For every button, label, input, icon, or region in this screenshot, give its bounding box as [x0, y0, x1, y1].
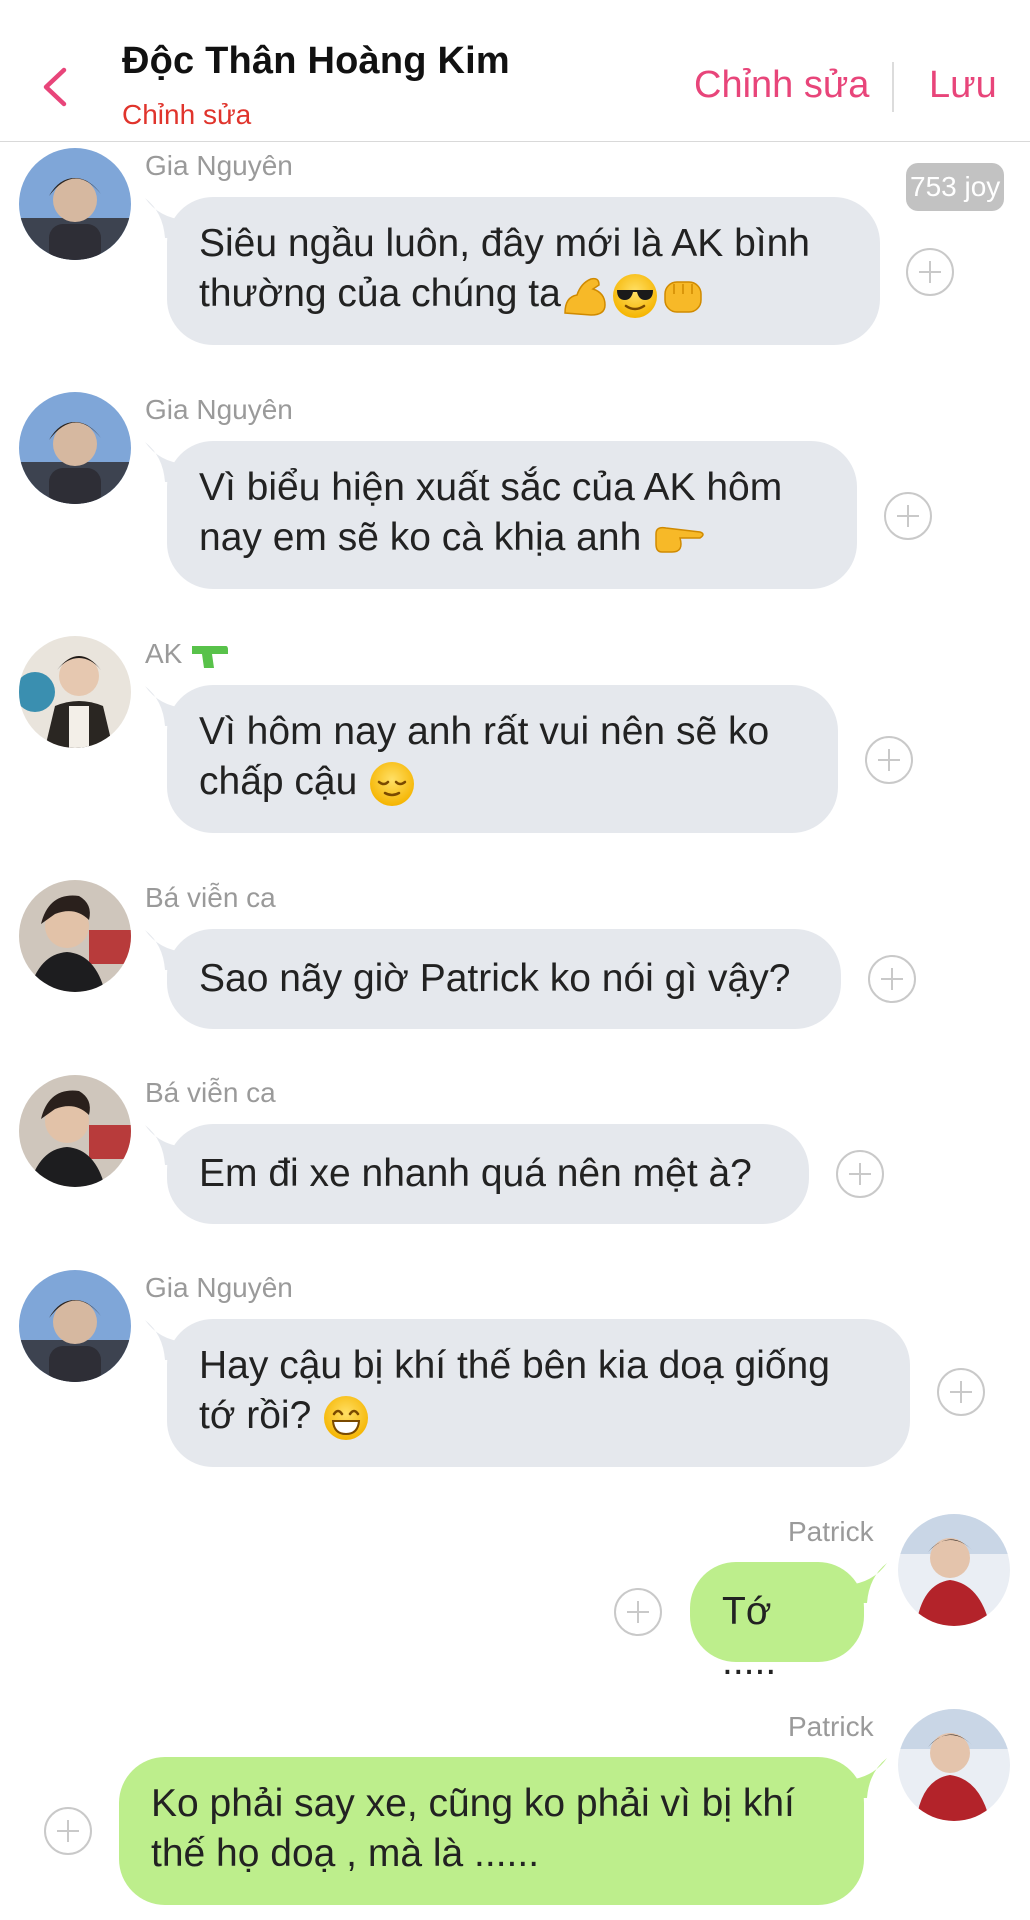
message-text-line: nay em sẽ ko cà khịa anh: [199, 513, 825, 563]
add-reaction-icon[interactable]: [868, 955, 916, 1003]
sender-name: Bá viễn ca: [145, 1077, 276, 1108]
avatar-gia-nguyen[interactable]: [19, 392, 131, 504]
message-text-line: thường của chúng ta: [199, 269, 848, 320]
message-bubble[interactable]: Tớ .....: [690, 1562, 864, 1683]
joy-badge: 753 joy: [906, 163, 1005, 211]
message-text-line: Hay cậu bị khí thế bên kia doạ giống: [199, 1344, 830, 1387]
sender-name: Patrick: [788, 1711, 874, 1742]
avatar-ak[interactable]: [19, 636, 131, 748]
sender-name: Gia Nguyên: [145, 1272, 293, 1303]
fist-icon: [664, 280, 702, 313]
message-text: tớ rồi?: [199, 1394, 323, 1437]
add-reaction-icon[interactable]: [865, 736, 913, 784]
avatar-gia-nguyen[interactable]: [19, 1270, 131, 1382]
sender-name: AK: [145, 638, 230, 672]
edit-button[interactable]: Chỉnh sửa: [694, 64, 869, 107]
message-bubble[interactable]: Siêu ngầu luôn, đây mới là AK bình thườn…: [167, 197, 880, 345]
message-text-line: thế họ doạ , mà là ......: [151, 1832, 540, 1875]
message-bubble[interactable]: Vì hôm nay anh rất vui nên sẽ ko chấp cậ…: [167, 685, 838, 833]
sunglasses-face-icon: [612, 273, 657, 318]
message-text: chấp cậu: [199, 760, 369, 803]
back-chevron-icon[interactable]: [38, 64, 72, 110]
pointing-right-icon: [655, 526, 704, 553]
message-text-line: Sao nãy giờ Patrick ko nói gì vậy?: [199, 957, 791, 1000]
chat-subtitle[interactable]: Chỉnh sửa: [122, 99, 251, 131]
chat-title: Độc Thân Hoàng Kim: [122, 40, 510, 82]
message-text-line: tớ rồi?: [199, 1391, 878, 1442]
header-divider: [892, 62, 894, 112]
add-reaction-icon[interactable]: [614, 1588, 662, 1636]
sender-name: Patrick: [788, 1516, 874, 1547]
add-reaction-icon[interactable]: [44, 1807, 92, 1855]
add-reaction-icon[interactable]: [836, 1150, 884, 1198]
message-text-line: chấp cậu: [199, 757, 806, 808]
message-bubble[interactable]: Hay cậu bị khí thế bên kia doạ giống tớ …: [167, 1319, 910, 1467]
grinning-face-icon: [324, 1395, 369, 1440]
sender-name: Gia Nguyên: [145, 394, 293, 425]
avatar-patrick[interactable]: [898, 1514, 1010, 1626]
flexed-biceps-icon: [564, 277, 606, 316]
message-text-line: Ko phải say xe, cũng ko phải vì bị khí: [151, 1782, 795, 1825]
message-text-line: Vì hôm nay anh rất vui nên sẽ ko: [199, 710, 770, 753]
message-bubble[interactable]: Vì biểu hiện xuất sắc của AK hôm nay em …: [167, 441, 857, 589]
add-reaction-icon[interactable]: [937, 1368, 985, 1416]
message-text-line: Vì biểu hiện xuất sắc của AK hôm: [199, 466, 783, 509]
message-text: thường của chúng ta: [199, 272, 561, 315]
message-text-line: Tớ .....: [722, 1590, 777, 1683]
chat-header: Độc Thân Hoàng Kim Chỉnh sửa Chỉnh sửa L…: [0, 0, 1030, 142]
sender-name: Gia Nguyên: [145, 150, 293, 181]
sender-name: Bá viễn ca: [145, 882, 276, 913]
add-reaction-icon[interactable]: [906, 248, 954, 296]
relieved-face-icon: [370, 761, 415, 806]
message-bubble[interactable]: Em đi xe nhanh quá nên mệt à?: [167, 1124, 809, 1224]
message-text-line: Siêu ngầu luôn, đây mới là AK bình: [199, 222, 810, 265]
avatar-gia-nguyen[interactable]: [19, 148, 131, 260]
save-button[interactable]: Lưu: [929, 64, 997, 107]
message-bubble[interactable]: Ko phải say xe, cũng ko phải vì bị khí t…: [119, 1757, 864, 1905]
message-text: nay em sẽ ko cà khịa anh: [199, 516, 653, 559]
add-reaction-icon[interactable]: [884, 492, 932, 540]
message-bubble[interactable]: Sao nãy giờ Patrick ko nói gì vậy?: [167, 929, 841, 1029]
water-pistol-icon: [192, 645, 229, 668]
avatar-patrick[interactable]: [898, 1709, 1010, 1821]
message-text-line: Em đi xe nhanh quá nên mệt à?: [199, 1152, 752, 1195]
avatar-ba-vien-ca[interactable]: [19, 1075, 131, 1187]
avatar-ba-vien-ca[interactable]: [19, 880, 131, 992]
